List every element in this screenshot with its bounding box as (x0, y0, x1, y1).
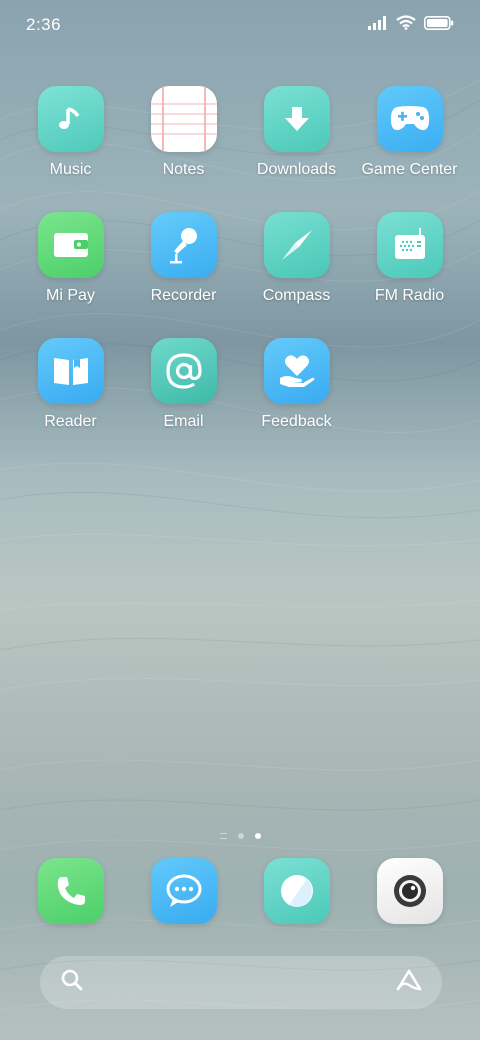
app-label: Notes (162, 161, 205, 178)
page-indicator[interactable] (0, 830, 480, 842)
dock (0, 858, 480, 928)
app-label: Mi Pay (46, 287, 95, 304)
app-fm-radio[interactable]: FM Radio (353, 212, 466, 305)
page-dot-1[interactable] (219, 833, 227, 839)
download-arrow-icon (263, 86, 330, 152)
app-label: FM Radio (374, 287, 445, 304)
browser-icon (263, 858, 330, 924)
app-game-center[interactable]: Game Center (353, 86, 466, 179)
open-book-icon (37, 338, 104, 404)
notes-paper-icon (150, 86, 217, 152)
app-downloads[interactable]: Downloads (240, 86, 353, 179)
app-label: Compass (262, 287, 331, 304)
app-label: Game Center (361, 161, 458, 178)
at-sign-icon (150, 338, 217, 404)
app-label: Recorder (150, 287, 217, 304)
gamepad-icon (376, 86, 443, 152)
message-bubble-icon (150, 858, 217, 924)
app-label: Music (49, 161, 92, 178)
heart-hand-icon (263, 338, 330, 404)
microphone-icon (150, 212, 217, 278)
app-label: Downloads (256, 161, 337, 178)
phone-icon (37, 858, 104, 924)
app-reader[interactable]: Reader (14, 338, 127, 431)
app-compass[interactable]: Compass (240, 212, 353, 305)
search-bar[interactable] (40, 956, 442, 1009)
wallet-icon (37, 212, 104, 278)
app-feedback[interactable]: Feedback (240, 338, 353, 431)
app-mi-pay[interactable]: Mi Pay (14, 212, 127, 305)
camera-icon (376, 858, 443, 924)
music-note-icon (37, 86, 104, 152)
app-music[interactable]: Music (14, 86, 127, 179)
app-notes[interactable]: Notes (127, 86, 240, 179)
app-label: Email (163, 413, 204, 430)
compass-needle-icon (263, 212, 330, 278)
app-recorder[interactable]: Recorder (127, 212, 240, 305)
app-email[interactable]: Email (127, 338, 240, 431)
dock-camera[interactable] (353, 858, 466, 924)
dock-browser[interactable] (240, 858, 353, 924)
dock-phone[interactable] (14, 858, 127, 924)
assistant-icon[interactable] (394, 968, 424, 997)
radio-icon (376, 212, 443, 278)
app-label: Feedback (261, 413, 332, 430)
app-label: Reader (44, 413, 97, 430)
dock-messages[interactable] (127, 858, 240, 924)
page-dot-2[interactable] (237, 833, 244, 839)
app-grid: Music Notes Downloads Game Center Mi Pay… (0, 0, 480, 440)
page-dot-3-active[interactable] (254, 833, 261, 839)
search-icon[interactable] (60, 968, 84, 997)
